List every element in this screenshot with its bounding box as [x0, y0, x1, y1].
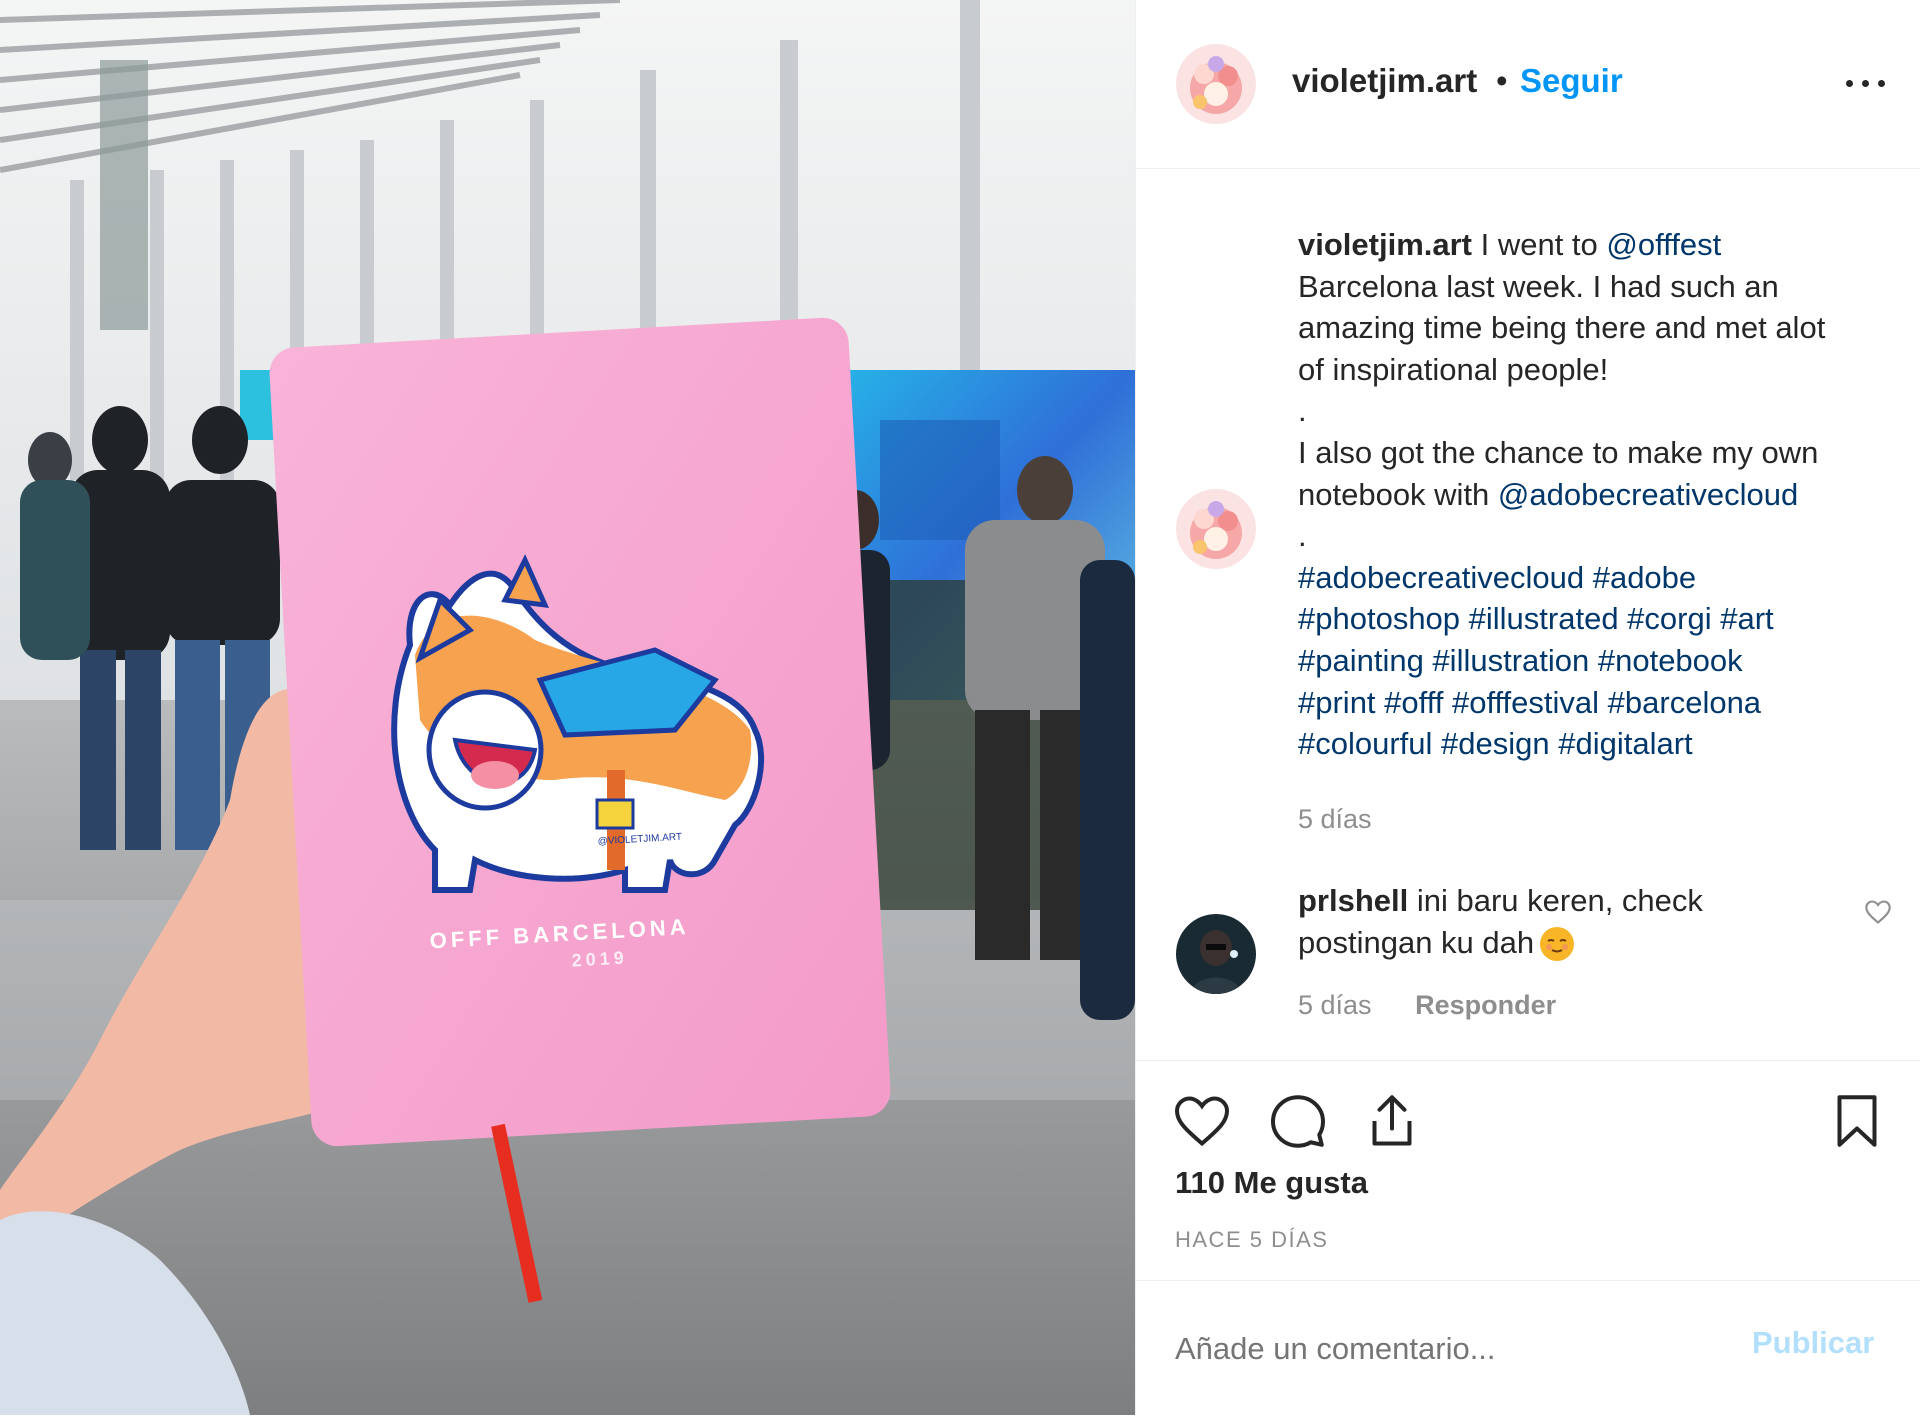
hashtag-line[interactable]: #colourful #design #digitalart — [1298, 723, 1898, 765]
comment-timestamp[interactable]: 5 días — [1298, 990, 1372, 1020]
caption-line: . — [1298, 518, 1307, 554]
caption-text-fragment: notebook with — [1298, 476, 1498, 512]
share-icon[interactable] — [1362, 1091, 1422, 1151]
comment-line: prlshell ini baru keren, check — [1298, 880, 1858, 922]
publish-button[interactable]: Publicar — [1752, 1325, 1874, 1361]
hashtag-line[interactable]: #print #offf #offfestival #barcelona — [1298, 682, 1898, 724]
caption-avatar[interactable] — [1176, 489, 1256, 569]
comment-item: prlshell ini baru keren, check postingan… — [1136, 880, 1920, 1060]
notebook-year: 2019 — [571, 947, 628, 970]
like-count[interactable]: 110 Me gusta — [1175, 1165, 1368, 1201]
add-comment-bar: Publicar — [1136, 1280, 1920, 1416]
post-actions: 110 Me gusta HACE 5 DÍAS — [1136, 1060, 1920, 1281]
header-separator: • — [1496, 62, 1508, 99]
commenter-avatar[interactable] — [1176, 914, 1256, 994]
post-header: violetjim.art • Seguir — [1136, 0, 1920, 169]
caption-timestamp[interactable]: 5 días — [1298, 804, 1372, 835]
comment-line: postingan ku dah — [1298, 922, 1858, 964]
comment-body: postingan ku dah — [1298, 924, 1535, 960]
caption-text-fragment: I went to — [1472, 227, 1607, 262]
commenter-username[interactable]: prlshell — [1298, 883, 1408, 918]
avatar-illustration — [1176, 489, 1256, 569]
caption-line: I also got the chance to make my own — [1298, 434, 1819, 470]
comment-meta: 5 días Responder — [1298, 990, 1592, 1021]
reply-button[interactable]: Responder — [1415, 990, 1556, 1020]
instagram-post: OFFF BARCELONA 2019 @VIOLETJIM.ART viole… — [0, 0, 1920, 1415]
hashtag-line[interactable]: #painting #illustration #notebook — [1298, 640, 1898, 682]
avatar-photo — [1176, 914, 1256, 994]
bookmark-icon[interactable] — [1827, 1091, 1887, 1151]
hashtag-line[interactable]: #photoshop #illustrated #corgi #art — [1298, 598, 1898, 640]
post-photo[interactable]: OFFF BARCELONA 2019 @VIOLETJIM.ART — [0, 0, 1135, 1415]
heart-icon[interactable] — [1172, 1091, 1232, 1151]
comment-text: prlshell ini baru keren, check postingan… — [1298, 880, 1858, 963]
caption-line: notebook with @adobecreativecloud — [1298, 474, 1898, 516]
avatar-illustration — [1176, 44, 1256, 124]
relieved-face-emoji-icon — [1540, 927, 1575, 962]
caption-line: amazing time being there and met alot — [1298, 310, 1826, 346]
mention-link[interactable]: @adobecreativecloud — [1498, 477, 1798, 512]
author-avatar[interactable] — [1176, 44, 1256, 124]
caption-username[interactable]: violetjim.art — [1298, 227, 1472, 262]
caption-line: Barcelona last week. I had such an — [1298, 268, 1779, 304]
post-age[interactable]: HACE 5 DÍAS — [1175, 1227, 1328, 1253]
comment-bubble-icon[interactable] — [1268, 1091, 1328, 1151]
mention-link[interactable]: @offfest — [1606, 227, 1721, 262]
more-options-icon[interactable] — [1840, 60, 1892, 100]
comment-body: ini baru keren, check — [1408, 883, 1703, 918]
caption-line: violetjim.art I went to @offfest — [1298, 224, 1898, 266]
caption-text: violetjim.art I went to @offfest Barcelo… — [1298, 224, 1898, 765]
caption-line: . — [1298, 393, 1307, 429]
hashtag-line[interactable]: #adobecreativecloud #adobe — [1298, 557, 1898, 599]
photo-scene: OFFF BARCELONA 2019 @VIOLETJIM.ART — [0, 0, 1135, 1415]
caption-line: of inspirational people! — [1298, 351, 1609, 387]
post-details-panel: violetjim.art • Seguir violetjim.art I w… — [1135, 0, 1920, 1415]
author-username[interactable]: violetjim.art — [1292, 62, 1477, 100]
small-heart-icon[interactable] — [1864, 898, 1892, 926]
follow-button[interactable]: Seguir — [1520, 62, 1623, 100]
comment-input[interactable] — [1175, 1323, 1735, 1375]
